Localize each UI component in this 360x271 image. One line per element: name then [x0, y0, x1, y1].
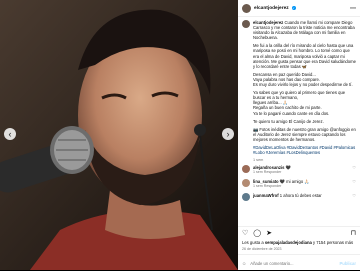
comment-text: 🖤 — [285, 165, 291, 171]
comment-like-icon[interactable]: ♡ — [352, 179, 356, 184]
caption-paragraph: 📷 Fotos inéditas de nuestro gran amigo @… — [253, 126, 356, 142]
post-side-panel: elcantjodejerez ✓ ⋯ elcantjodejerez Cuan… — [238, 0, 360, 270]
likes-user[interactable]: sempajaladasdejodiana — [265, 240, 312, 245]
share-icon[interactable]: ➤ — [266, 229, 272, 237]
more-options-icon[interactable]: ⋯ — [350, 5, 356, 12]
post-caption: elcantjodejerez Cuando me llamó mi compa… — [238, 17, 360, 163]
previous-photo-button[interactable]: ‹ — [4, 128, 16, 140]
bookmark-icon[interactable]: ⊓ — [351, 229, 356, 237]
singer-photo-illustration — [0, 0, 238, 270]
comment-item: lina_sumiato 🖤 mi amigo 🙏🏻 1 sem Respond… — [238, 177, 360, 191]
likes-prefix: Les gusta a — [242, 240, 264, 245]
caption-paragraph: Me fui a la orilla del río mirando al ci… — [253, 43, 356, 69]
caption-time: 1 sem — [253, 158, 264, 163]
comment-like-icon[interactable]: ♡ — [352, 165, 356, 170]
caption-avatar[interactable] — [242, 20, 250, 28]
comment-item: alejandrosanzis 🖤 1 sem Responder ♡ — [238, 163, 360, 177]
comment-meta[interactable]: 1 sem Responder — [253, 184, 349, 189]
post-header: elcantjodejerez ✓ ⋯ — [238, 0, 360, 17]
commenter-avatar[interactable] — [242, 179, 250, 188]
author-avatar[interactable] — [242, 3, 251, 13]
post-photo: ‹ › — [0, 0, 238, 270]
heart-icon[interactable]: ♡ — [242, 229, 248, 237]
caption-paragraph: Descansa en paz querido David... Vaya pa… — [253, 71, 353, 88]
commenter-avatar[interactable] — [242, 165, 250, 174]
comment-item: juanmaWfrof 1 ahora tú debes estar ♡ — [238, 191, 360, 203]
next-photo-button[interactable]: › — [222, 128, 234, 140]
caption-hashtags[interactable]: #DavidDeLaOliva #DavidDeSantos #David #P… — [253, 145, 356, 155]
commenter-avatar[interactable] — [242, 193, 250, 202]
likes-suffix: y 7154 personas más — [313, 240, 354, 245]
add-comment-bar: ☺ Añade un comentario... Publicar — [238, 254, 360, 271]
comment-text: 1 ahora tú debes estar — [279, 193, 322, 199]
comment-like-icon[interactable]: ♡ — [352, 193, 356, 198]
comment-input[interactable]: Añade un comentario... — [250, 261, 293, 266]
comment-text: 🖤 mi amigo 🙏🏻 — [279, 179, 310, 185]
author-username[interactable]: elcantjodejerez — [254, 6, 289, 11]
likes-summary[interactable]: Les gusta a sempajaladasdejodiana y 7154… — [242, 240, 358, 245]
emoji-icon[interactable]: ☺ — [242, 261, 246, 266]
post-actions-bar: ♡ ◯ ➤ ⊓ — [238, 226, 360, 239]
comment-meta[interactable]: 1 sem Responder — [253, 170, 349, 175]
verified-badge-icon: ✓ — [291, 6, 296, 10]
caption-paragraph: Te quiero tu amigo El Canijo de Jerez. — [253, 118, 324, 124]
caption-paragraph: Ya sabes que yo quiero al primero que ti… — [253, 90, 346, 116]
comment-icon[interactable]: ◯ — [253, 229, 261, 237]
post-comment-button[interactable]: Publicar — [339, 261, 356, 266]
commenter-username[interactable]: juanmaWfrof — [253, 193, 279, 198]
post-date: 26 de diciembre de 2023 — [242, 247, 282, 251]
